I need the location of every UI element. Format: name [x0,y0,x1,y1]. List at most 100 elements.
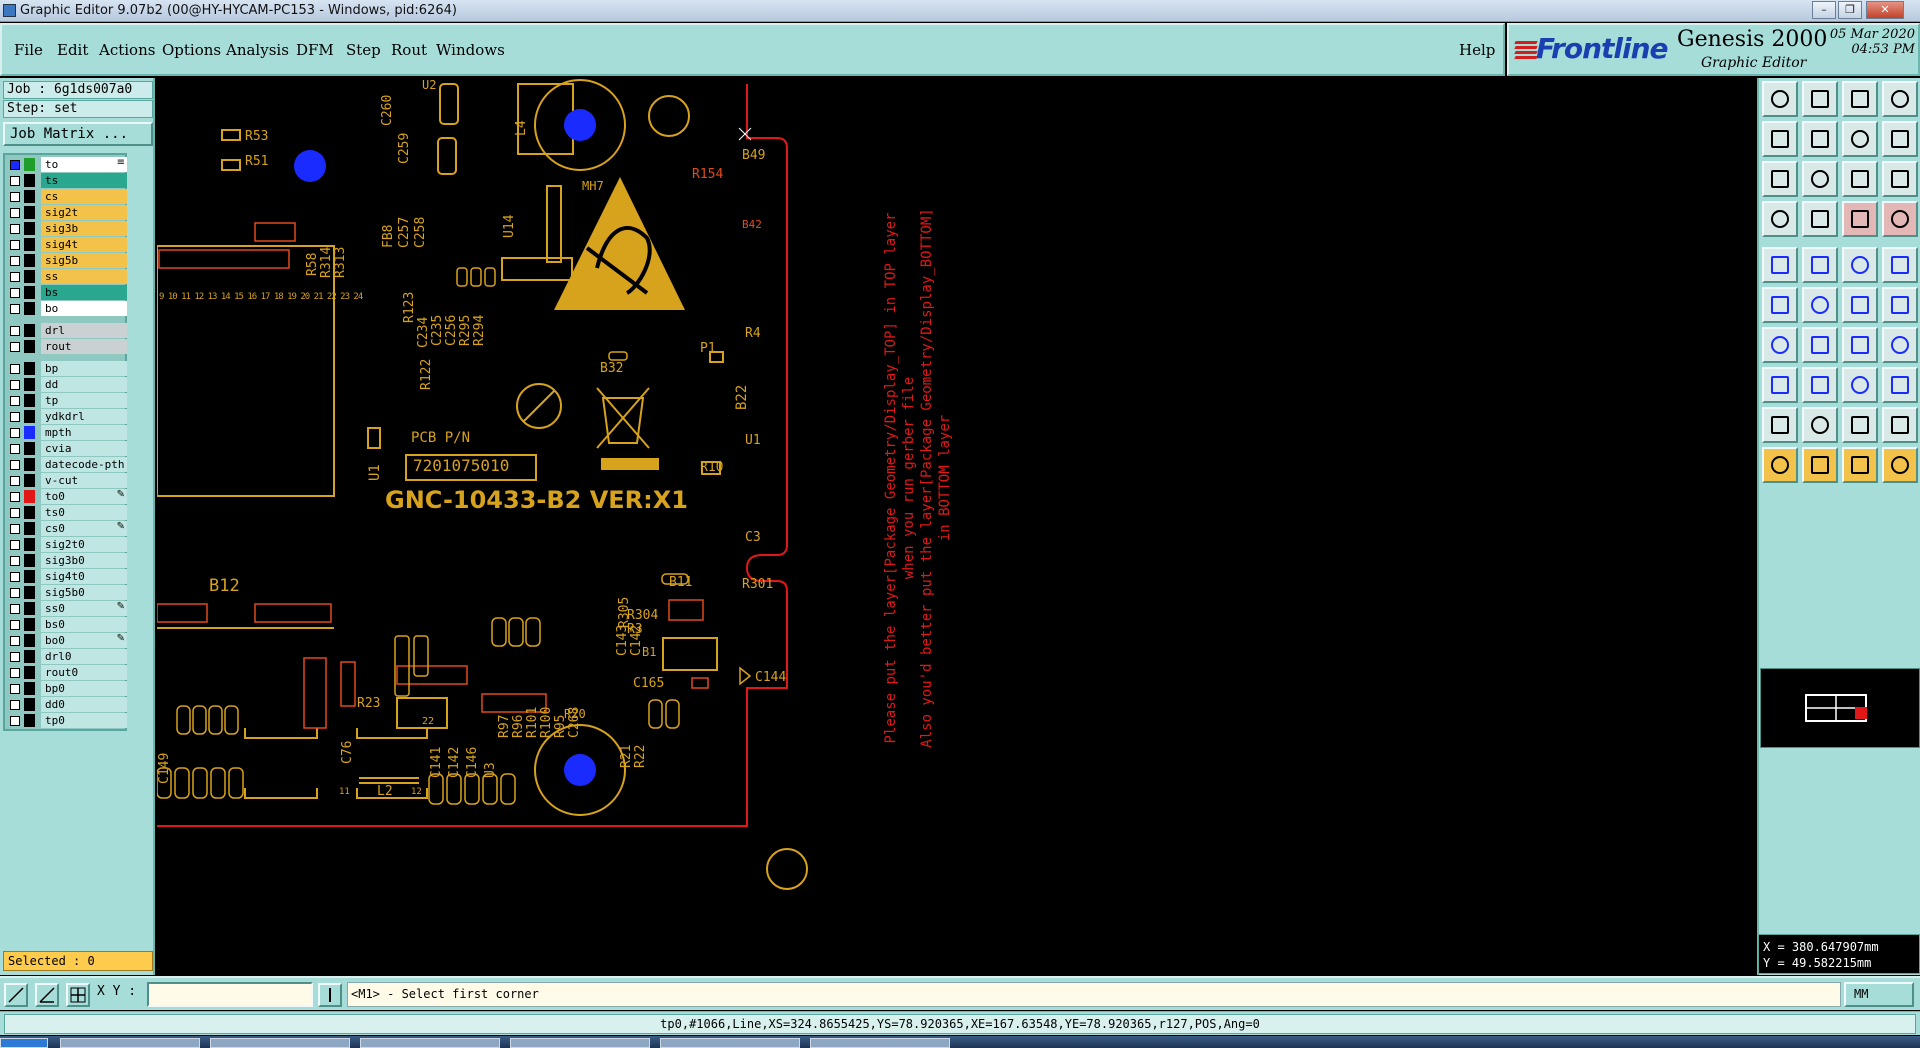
layer-color-swatch[interactable] [24,302,35,315]
cursor-b-icon[interactable] [1802,447,1838,483]
grid-tool-icon[interactable] [66,983,90,1007]
layer-row-v-cut[interactable]: v-cut [7,473,127,488]
layer-checkbox[interactable] [10,192,20,202]
layer-row-ts[interactable]: ts [7,173,127,188]
open-icon[interactable] [1762,81,1798,117]
layer-row-sig3b[interactable]: sig3b [7,221,127,236]
layer-checkbox[interactable] [10,224,20,234]
menu-edit[interactable]: Edit [57,41,88,59]
layer-checkbox[interactable] [10,700,20,710]
layer-checkbox[interactable] [10,208,20,218]
layer-checkbox[interactable] [10,288,20,298]
layer-row-dd0[interactable]: dd0 [7,697,127,712]
pan-icon[interactable] [1842,121,1878,157]
window-icon[interactable] [1882,81,1918,117]
layer-checkbox[interactable] [10,380,20,390]
layer-color-swatch[interactable] [24,410,35,423]
taskbar-item-4[interactable] [510,1038,650,1048]
line-tool-icon[interactable] [4,983,28,1007]
layer-color-swatch[interactable] [24,394,35,407]
layer-checkbox[interactable] [10,492,20,502]
layer-row-sig5b[interactable]: sig5b [7,253,127,268]
layer-checkbox[interactable] [10,304,20,314]
layer-color-swatch[interactable] [24,190,35,203]
layer-checkbox[interactable] [10,524,20,534]
layer-color-swatch[interactable] [24,378,35,391]
layer-row-sig4t0[interactable]: sig4t0 [7,569,127,584]
layer-color-swatch[interactable] [24,174,35,187]
fit-icon[interactable] [1762,161,1798,197]
layer-row-bp0[interactable]: bp0 [7,681,127,696]
layer-row-bp[interactable]: bp [7,361,127,376]
minus-icon[interactable] [1802,367,1838,403]
layer-color-swatch[interactable] [24,206,35,219]
home-icon[interactable] [1842,81,1878,117]
layer-color-swatch[interactable] [24,634,35,647]
layer-row-bs[interactable]: bs [7,285,127,300]
layers-a-icon[interactable] [1842,201,1878,237]
layer-row-drl0[interactable]: drl0 [7,649,127,664]
layer-color-swatch[interactable] [24,602,35,615]
taskbar-item-1[interactable] [60,1038,200,1048]
layer-row-ss[interactable]: ss [7,269,127,284]
layer-row-bo0[interactable]: bo0 ✎ [7,633,127,648]
dot-icon[interactable] [1882,247,1918,283]
layer-checkbox[interactable] [10,636,20,646]
layer-row-tp[interactable]: tp [7,393,127,408]
layer-color-swatch[interactable] [24,490,35,503]
tri-b-icon[interactable] [1802,407,1838,443]
redraw-icon[interactable] [1882,121,1918,157]
layer-color-swatch[interactable] [24,442,35,455]
taskbar-item-6[interactable] [810,1038,950,1048]
menu-actions[interactable]: Actions [99,41,155,59]
layer-color-swatch[interactable] [24,586,35,599]
layer-color-swatch[interactable] [24,474,35,487]
layer-checkbox[interactable] [10,412,20,422]
taskbar-item-3[interactable] [360,1038,500,1048]
menu-rout[interactable]: Rout [391,41,427,59]
layer-checkbox[interactable] [10,684,20,694]
arc-icon[interactable] [1842,327,1878,363]
menu-dfm[interactable]: DFM [296,41,334,59]
menu-help[interactable]: Help [1459,41,1495,59]
layer-row-sig2t[interactable]: sig2t [7,205,127,220]
menu-step[interactable]: Step [346,41,381,59]
layer-checkbox[interactable] [10,240,20,250]
layer-color-swatch[interactable] [24,666,35,679]
minimize-button[interactable]: – [1812,1,1836,19]
zoom-fit-icon[interactable] [1802,161,1838,197]
taskbar-item-5[interactable] [660,1038,800,1048]
layer-color-swatch[interactable] [24,458,35,471]
layer-color-swatch[interactable] [24,222,35,235]
node-add-icon[interactable] [1762,287,1798,323]
layer-checkbox[interactable] [10,540,20,550]
graphic-canvas[interactable]: U2 R53 R51 MH7 R154 B49 B42 R4 P1 B32 R1… [157,78,1757,975]
draw-icon[interactable] [1802,247,1838,283]
node-move-icon[interactable] [1842,287,1878,323]
start-button[interactable] [0,1038,48,1048]
layer-color-swatch[interactable] [24,714,35,727]
layer-row-bs0[interactable]: bs0 [7,617,127,632]
layer-checkbox[interactable] [10,428,20,438]
layer-row-rout[interactable]: rout [7,339,127,354]
layer-row-to[interactable]: to ≡ [7,157,127,172]
menu-options[interactable]: Options [162,41,221,59]
layer-checkbox[interactable] [10,508,20,518]
layer-row-sig3b0[interactable]: sig3b0 [7,553,127,568]
layer-row-sig2t0[interactable]: sig2t0 [7,537,127,552]
layer-color-swatch[interactable] [24,506,35,519]
layer-checkbox[interactable] [10,572,20,582]
layer-row-datecode-pth[interactable]: datecode-pth [7,457,127,472]
layer-row-dd[interactable]: dd [7,377,127,392]
layer-row-to0[interactable]: to0 ✎ [7,489,127,504]
layer-color-swatch[interactable] [24,158,35,171]
menu-windows[interactable]: Windows [436,41,505,59]
cursor-c-icon[interactable] [1842,447,1878,483]
layer-color-swatch[interactable] [24,324,35,337]
restore-button[interactable]: ❐ [1838,1,1862,19]
node-x-icon[interactable] [1802,287,1838,323]
text-cursor-icon[interactable] [318,983,342,1007]
layer-color-swatch[interactable] [24,682,35,695]
circle-select-icon[interactable] [1762,247,1798,283]
line-edit-icon[interactable] [1802,327,1838,363]
